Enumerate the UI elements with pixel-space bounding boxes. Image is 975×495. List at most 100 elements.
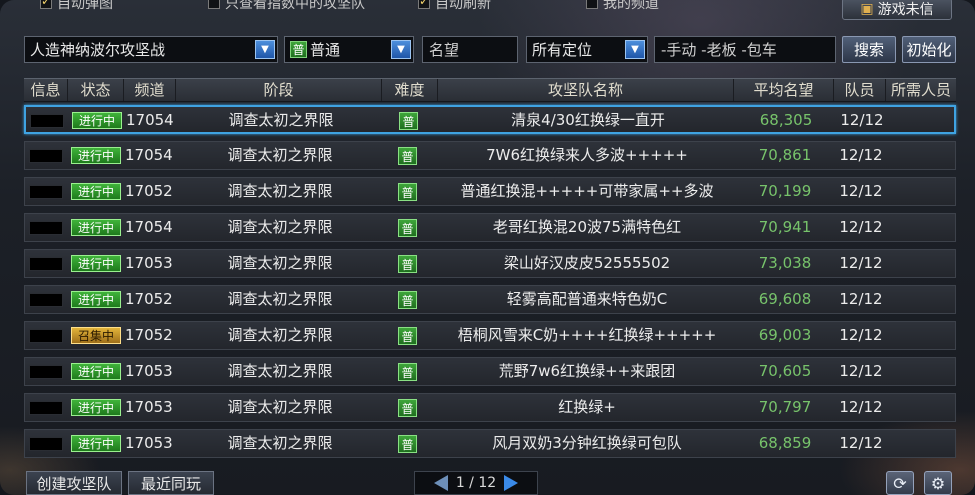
fame-cell: 69,608 <box>758 290 812 308</box>
fame-cell: 69,003 <box>758 326 812 344</box>
channel-cell: 17053 <box>125 398 173 416</box>
auto-refresh-option[interactable]: 自动刷新 <box>418 0 491 12</box>
col-required[interactable]: 所需人员 <box>886 79 956 101</box>
auto-refresh-checkbox[interactable] <box>418 0 430 9</box>
recent-players-button[interactable]: 最近同玩 <box>128 471 214 495</box>
my-channel-checkbox[interactable] <box>586 0 598 9</box>
auto-map-checkbox[interactable] <box>40 0 52 9</box>
status-badge: 进行中 <box>71 255 121 272</box>
members-cell: 12/12 <box>840 111 884 129</box>
members-cell: 12/12 <box>839 218 883 236</box>
gear-icon: ⚙ <box>930 473 946 493</box>
fame-cell: 70,861 <box>758 146 812 164</box>
game-button[interactable]: ▣ 游戏未信 <box>842 0 952 20</box>
next-page-icon[interactable] <box>504 475 519 491</box>
col-stage[interactable]: 阶段 <box>176 79 382 101</box>
fame-input-placeholder: 名望 <box>429 41 460 59</box>
fame-cell: 68,859 <box>758 434 812 452</box>
table-header: 信息 状态 频道 阶段 难度 攻坚队名称 平均名望 队员 所需人员 <box>24 78 956 102</box>
table-row[interactable]: 进行中 17052 调查太初之界限 普 普通红换混+++++可带家属++多波 70,199… <box>24 177 956 206</box>
members-cell: 12/12 <box>839 398 883 416</box>
status-badge: 进行中 <box>71 183 121 200</box>
table-row[interactable]: 召集中 17052 调查太初之界限 普 梧桐风雪来C奶++++红换绿+++++ 69,00… <box>24 321 956 350</box>
channel-cell: 17053 <box>125 362 173 380</box>
status-badge: 召集中 <box>71 327 121 344</box>
party-name-cell: 轻雾高配普通来特色奶C <box>506 290 668 308</box>
dungeon-select[interactable]: 人造神纳波尔攻坚战 ▼ <box>24 36 278 63</box>
col-name[interactable]: 攻坚队名称 <box>438 79 734 101</box>
col-status[interactable]: 状态 <box>68 79 124 101</box>
chevron-down-icon[interactable]: ▼ <box>255 40 275 59</box>
members-cell: 12/12 <box>839 146 883 164</box>
col-members[interactable]: 队员 <box>834 79 886 101</box>
difficulty-tag: 普 <box>290 41 307 58</box>
dungeon-select-value: 人造神纳波尔攻坚战 <box>30 41 166 59</box>
only-selected-checkbox[interactable] <box>208 0 220 9</box>
position-select-value: 所有定位 <box>532 41 593 59</box>
col-difficulty[interactable]: 难度 <box>382 79 438 101</box>
fame-cell: 70,797 <box>758 398 812 416</box>
window: 自动弹图 只查看指数中的攻坚队 自动刷新 我的频道 ▣ 游戏未信 人造神纳波尔攻… <box>0 0 975 495</box>
stage-cell: 调查太初之界限 <box>227 218 333 236</box>
chevron-down-icon[interactable]: ▼ <box>391 40 411 59</box>
stage-cell: 调查太初之界限 <box>227 434 333 452</box>
table-row[interactable]: 进行中 17053 调查太初之界限 普 风月双奶3分钟红换绿可包队 68,859 12/12 <box>24 429 956 458</box>
chevron-down-icon[interactable]: ▼ <box>625 40 645 59</box>
table-row[interactable]: 进行中 17054 调查太初之界限 普 清泉4/30红换绿一直开 68,305 12/12 <box>24 105 956 134</box>
keyword-input[interactable]: -手动 -老板 -包车 <box>654 36 836 63</box>
refresh-button[interactable]: ⟳ <box>886 471 914 495</box>
reset-button[interactable]: 初始化 <box>902 36 956 63</box>
info-box <box>29 293 63 307</box>
create-party-label: 创建攻坚队 <box>36 474 112 493</box>
table-row[interactable]: 进行中 17054 调查太初之界限 普 老哥红换混20波75满特色红 70,941 12/1… <box>24 213 956 242</box>
table-row[interactable]: 进行中 17052 调查太初之界限 普 轻雾高配普通来特色奶C 69,608 12/12 <box>24 285 956 314</box>
col-fame[interactable]: 平均名望 <box>734 79 834 101</box>
table-row[interactable]: 进行中 17054 调查太初之界限 普 7W6红换绿来人多波+++++ 70,861 12/… <box>24 141 956 170</box>
recent-players-label: 最近同玩 <box>140 474 201 493</box>
fame-cell: 68,305 <box>759 111 813 129</box>
position-select[interactable]: 所有定位 ▼ <box>526 36 648 63</box>
game-button-label: 游戏未信 <box>877 2 934 18</box>
table-row[interactable]: 进行中 17053 调查太初之界限 普 荒野7w6红换绿++来跟团 70,605 12/12 <box>24 357 956 386</box>
only-selected-option[interactable]: 只查看指数中的攻坚队 <box>208 0 365 12</box>
status-badge: 进行中 <box>72 112 122 129</box>
info-box <box>29 257 63 271</box>
search-button[interactable]: 搜索 <box>842 36 896 63</box>
fame-cell: 70,199 <box>758 182 812 200</box>
difficulty-badge: 普 <box>399 112 418 130</box>
info-box <box>30 114 64 128</box>
party-name-cell: 老哥红换混20波75满特色红 <box>492 218 682 236</box>
auto-map-option[interactable]: 自动弹图 <box>40 0 113 12</box>
settings-button[interactable]: ⚙ <box>924 471 952 495</box>
stage-cell: 调查太初之界限 <box>227 290 333 308</box>
info-box <box>29 365 63 379</box>
my-channel-option[interactable]: 我的频道 <box>586 0 659 12</box>
page-indicator: 1 / 12 <box>455 475 497 491</box>
stage-cell: 调查太初之界限 <box>227 398 333 416</box>
refresh-icon: ⟳ <box>893 473 907 493</box>
keyword-input-value: -手动 -老板 -包车 <box>661 41 777 59</box>
my-channel-label: 我的频道 <box>603 0 659 12</box>
difficulty-badge: 普 <box>398 219 417 237</box>
status-badge: 进行中 <box>71 291 121 308</box>
create-party-button[interactable]: 创建攻坚队 <box>26 471 122 495</box>
table-body: 进行中 17054 调查太初之界限普清泉4/30红换绿一直开 68,305 12/12 进… <box>24 105 956 458</box>
prev-page-icon[interactable] <box>433 475 448 491</box>
stage-cell: 调查太初之界限 <box>227 362 333 380</box>
col-channel[interactable]: 频道 <box>124 79 176 101</box>
col-info[interactable]: 信息 <box>24 79 68 101</box>
difficulty-badge: 普 <box>398 327 417 345</box>
channel-cell: 17054 <box>126 111 174 129</box>
difficulty-select[interactable]: 普 普通 ▼ <box>284 36 414 63</box>
info-box <box>29 221 63 235</box>
channel-cell: 17054 <box>125 218 173 236</box>
table-row[interactable]: 进行中 17053 调查太初之界限 普 梁山好汉皮皮52555502 73,038 12/1… <box>24 249 956 278</box>
difficulty-select-value: 普通 <box>310 41 341 59</box>
fame-input[interactable]: 名望 <box>422 36 518 63</box>
reset-button-label: 初始化 <box>906 41 952 59</box>
status-badge: 进行中 <box>71 363 121 380</box>
channel-cell: 17054 <box>125 146 173 164</box>
table-row[interactable]: 进行中 17053 调查太初之界限 普 红换绿+ 70,797 12/12 <box>24 393 956 422</box>
members-cell: 12/12 <box>839 434 883 452</box>
members-cell: 12/12 <box>839 254 883 272</box>
